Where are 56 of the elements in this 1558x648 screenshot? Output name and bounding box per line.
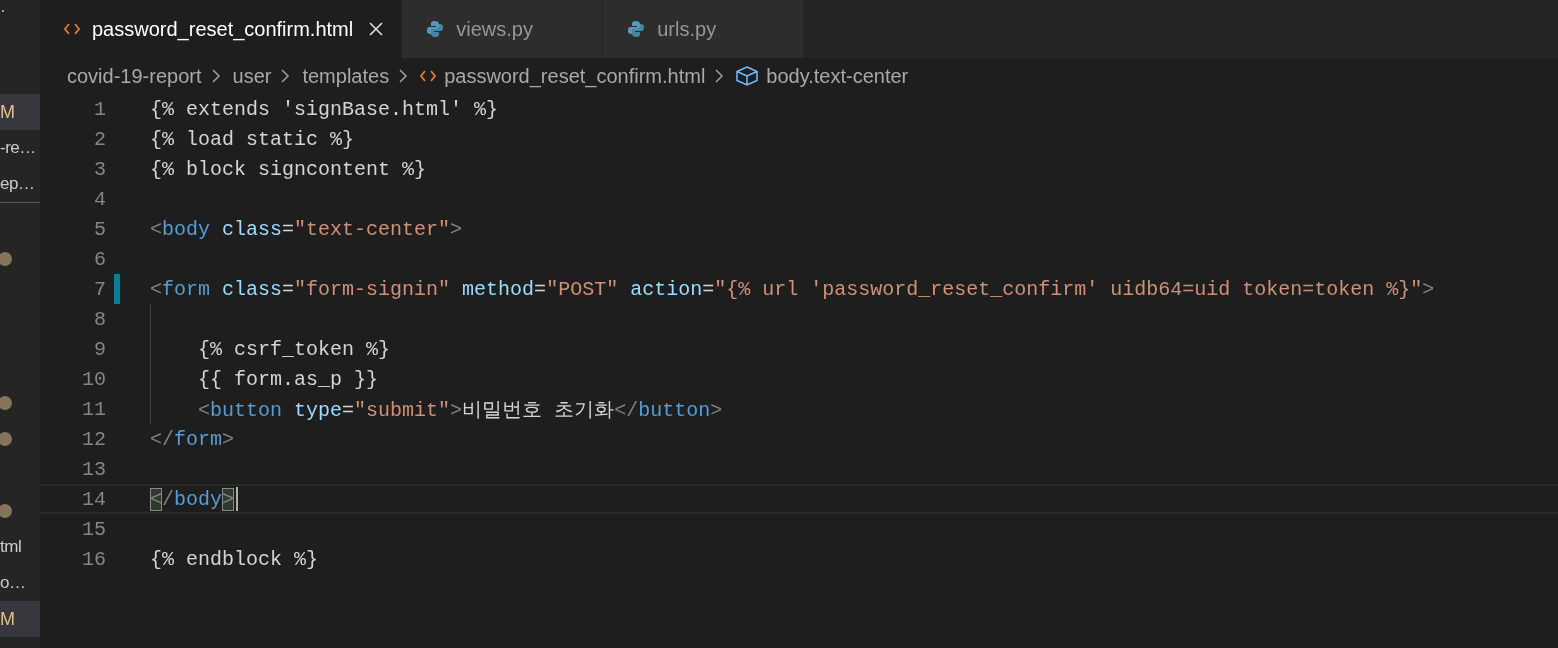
chevron-icon (399, 68, 409, 84)
text-cursor (236, 487, 239, 511)
line-number: 10 (81, 367, 106, 391)
line-number: 6 (93, 247, 106, 271)
python-icon (426, 20, 445, 38)
explorer-item[interactable]: tml (0, 537, 22, 557)
line-number: 5 (93, 217, 106, 241)
chevron-icon (211, 68, 221, 84)
modified-marker (114, 274, 120, 304)
code-line: </form> (150, 427, 235, 451)
breadcrumb-item[interactable]: templates (302, 64, 390, 88)
code-brackets-icon (64, 22, 80, 36)
line-number: 4 (93, 187, 106, 211)
breadcrumb-item[interactable]: password_reset_confirm.html (444, 64, 706, 88)
line-number: 7 (93, 277, 106, 301)
close-icon[interactable] (369, 22, 384, 36)
code-line: {{ form.as_p }} (198, 367, 379, 391)
chevron-icon (281, 68, 291, 84)
explorer-item[interactable]: -re… (0, 138, 36, 158)
line-number: 15 (81, 517, 106, 541)
line-number: 2 (93, 127, 106, 151)
explorer-item[interactable]: ep… (0, 174, 35, 194)
code-line: <form class="form-signin" method="POST" action="{% url 'password_reset_confirm' uidb64=uid token=token %}"> (150, 277, 1435, 301)
git-status-label: M (0, 608, 15, 630)
breadcrumb-item[interactable]: covid-19-report (67, 64, 202, 88)
line-number: 11 (81, 397, 106, 421)
line-number: 8 (93, 307, 106, 331)
line-number: 9 (93, 337, 106, 361)
code-line: </body> (150, 487, 235, 511)
code-line: {% endblock %} (150, 547, 319, 571)
breadcrumb-item[interactable]: user (232, 64, 272, 88)
code-line: <body class="text-center"> (150, 217, 463, 241)
python-icon (627, 20, 646, 38)
code-brackets-icon (420, 69, 437, 83)
cube-icon (736, 66, 759, 86)
code-line: {% block signcontent %} (150, 157, 427, 181)
git-status-label: M (0, 101, 15, 123)
editor-tab[interactable]: views.py (402, 0, 604, 58)
line-number: 16 (81, 547, 106, 571)
code-line: {% extends 'signBase.html' %} (150, 97, 499, 121)
explorer-item[interactable]: o… (0, 573, 26, 593)
code-line: {% csrf_token %} (198, 337, 391, 361)
code-line: <button type="submit">비밀번호 초기화</button> (198, 397, 723, 423)
line-number: 3 (93, 157, 106, 181)
editor-tab[interactable]: password_reset_confirm.html (40, 0, 403, 58)
line-number: 14 (81, 487, 106, 511)
editor-tab[interactable]: urls.py (603, 0, 805, 58)
breadcrumb-item[interactable]: body.text-center (766, 64, 909, 88)
section-header[interactable]: M (0, 601, 40, 637)
line-number: 12 (81, 427, 106, 451)
code-line: {% load static %} (150, 127, 355, 151)
line-number: 1 (93, 97, 106, 121)
section-header[interactable]: M (0, 94, 40, 130)
line-number: 13 (81, 457, 106, 481)
chevron-icon (715, 68, 725, 84)
explorer-item[interactable]: · (0, 1, 6, 21)
